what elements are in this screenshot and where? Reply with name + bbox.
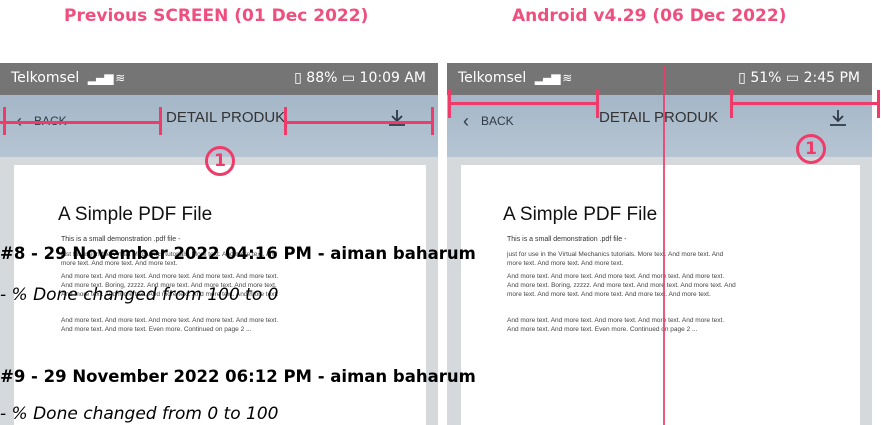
battery-percent: 51%	[750, 70, 782, 86]
pdf-subtitle: This is a small demonstration .pdf file …	[507, 236, 627, 243]
journal-entry-title: #9 - 29 November 2022 06:12 PM - aiman b…	[0, 367, 476, 386]
status-bar: Telkomsel ▂▄▆ ≋ ▯ 51% ▭ 2:45 PM	[447, 63, 872, 95]
pdf-title: A Simple PDF File	[503, 204, 658, 225]
page-title: DETAIL PRODUK	[599, 109, 719, 126]
previous-screen-heading: Previous SCREEN (01 Dec 2022)	[64, 6, 369, 26]
pdf-paragraph: And more text. And more text. And more t…	[61, 317, 279, 333]
download-icon[interactable]	[827, 107, 849, 134]
android-phone-screen: Telkomsel ▂▄▆ ≋ ▯ 51% ▭ 2:45 PM ‹ BACK DE…	[447, 63, 872, 425]
annotation-tick	[877, 90, 880, 118]
back-button[interactable]: ‹ BACK	[463, 111, 514, 132]
battery-icon: ▭	[341, 70, 356, 86]
annotation-marker: 1	[796, 134, 826, 164]
annotation-tick	[284, 107, 287, 135]
screenshot-canvas: Previous SCREEN (01 Dec 2022) Android v4…	[0, 0, 881, 425]
battery-percent: 88%	[306, 70, 338, 86]
clock: 10:09 AM	[359, 70, 426, 86]
journal-entry-title: #8 - 29 November 2022 04:16 PM - aiman b…	[0, 244, 476, 263]
android-version-heading: Android v4.29 (06 Dec 2022)	[512, 6, 787, 26]
pdf-paragraph: And more text. And more text. And more t…	[507, 273, 736, 298]
clock: 2:45 PM	[803, 70, 860, 86]
annotation-bar	[730, 102, 880, 105]
annotation-tick	[431, 107, 434, 135]
annotation-tick	[159, 107, 162, 135]
annotation-tick	[3, 107, 6, 135]
annotation-marker: 1	[205, 146, 235, 176]
status-bar: Telkomsel ▂▄▆ ≋ ▯ 88% ▭ 10:09 AM	[0, 63, 438, 95]
annotation-tick	[596, 90, 599, 118]
vibrate-icon: ▯	[294, 70, 302, 86]
journal-entry-change: - % Done changed from 100 to 0	[0, 285, 279, 305]
annotation-tick	[730, 90, 733, 118]
annotation-bar	[448, 102, 598, 105]
signal-icon: ▂▄▆ ≋	[87, 71, 126, 85]
back-label: BACK	[481, 114, 514, 128]
battery-icon: ▭	[785, 70, 800, 86]
annotation-tick	[448, 90, 451, 118]
pdf-page: A Simple PDF File This is a small demons…	[461, 165, 860, 425]
page-title: DETAIL PRODUK	[166, 109, 286, 126]
signal-icon: ▂▄▆ ≋	[534, 71, 573, 85]
alignment-guide-line	[663, 65, 665, 425]
pdf-subtitle: This is a small demonstration .pdf file …	[61, 236, 181, 243]
journal-entry-change: - % Done changed from 0 to 100	[0, 404, 279, 424]
chevron-left-icon: ‹	[463, 111, 469, 131]
vibrate-icon: ▯	[738, 70, 746, 86]
pdf-title: A Simple PDF File	[58, 204, 213, 225]
annotation-bar	[0, 121, 162, 124]
pdf-paragraph: just for use in the Virtual Mechanics tu…	[507, 251, 724, 267]
pdf-viewer[interactable]: A Simple PDF File This is a small demons…	[447, 157, 872, 425]
pdf-paragraph: And more text. And more text. And more t…	[507, 317, 725, 333]
carrier-label: Telkomsel	[458, 70, 527, 86]
carrier-label: Telkomsel	[11, 70, 80, 86]
annotation-bar	[284, 121, 434, 124]
